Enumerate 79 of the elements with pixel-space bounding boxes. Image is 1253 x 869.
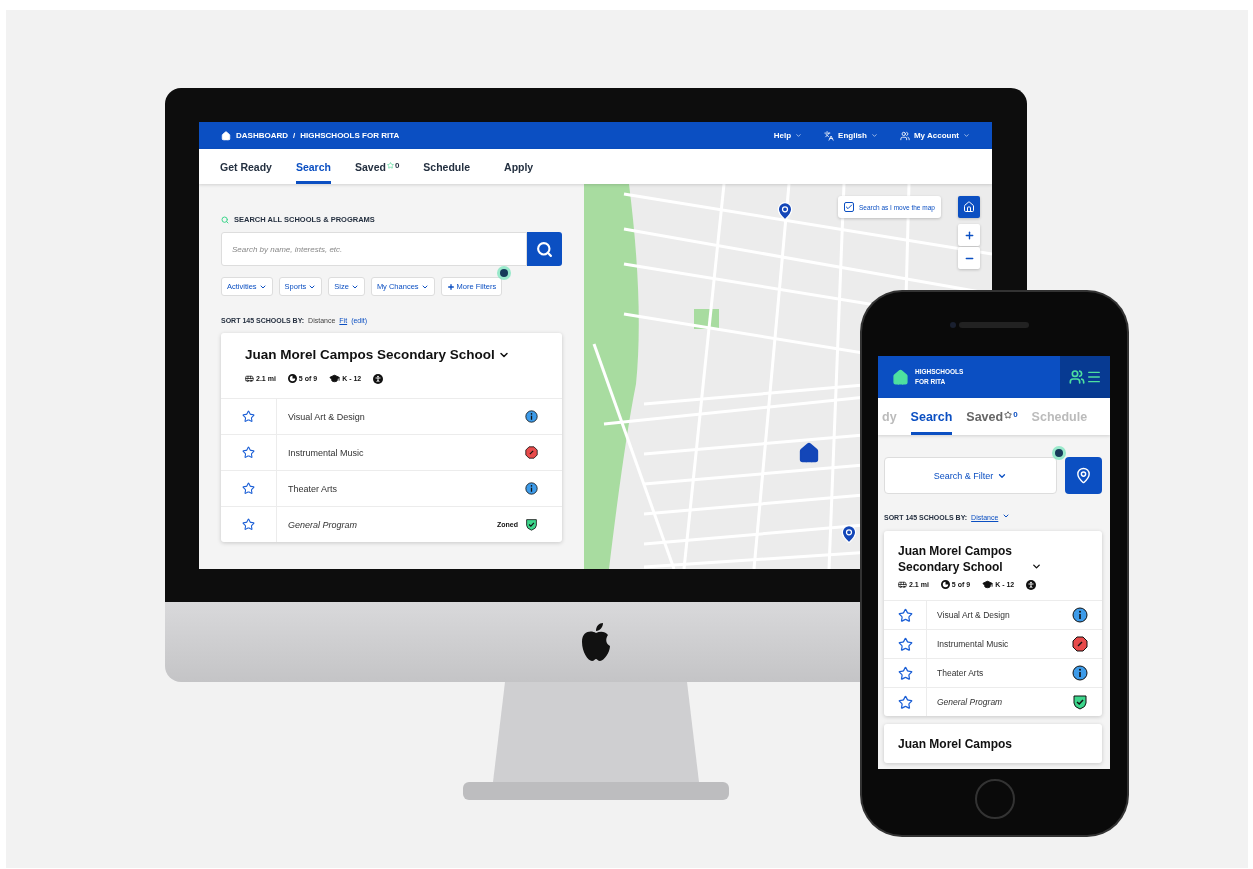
chevron-down-icon[interactable] <box>1002 512 1011 520</box>
star-icon[interactable] <box>242 518 255 532</box>
info-icon <box>525 410 538 424</box>
saved-count: 0 <box>394 161 400 170</box>
bus-icon <box>245 374 254 384</box>
star-icon[interactable] <box>897 607 913 623</box>
breadcrumb-separator: / <box>293 131 296 140</box>
program-name[interactable]: Visual Art & Design <box>288 411 525 422</box>
program-name[interactable]: General Program <box>937 697 1072 708</box>
star-icon <box>386 162 394 169</box>
info-icon <box>1072 665 1088 682</box>
shield-check-icon <box>525 518 538 532</box>
program-name[interactable]: Theater Arts <box>937 668 1072 679</box>
plus-icon <box>963 229 975 241</box>
graduation-cap-icon <box>329 373 341 385</box>
people-icon <box>1068 369 1085 385</box>
chevron-down-icon <box>795 132 803 139</box>
program-name[interactable]: Theater Arts <box>288 483 525 494</box>
stop-sign-icon <box>1072 636 1088 653</box>
translate-icon <box>824 130 835 141</box>
home-map-button[interactable] <box>958 196 980 218</box>
notification-dot <box>1055 449 1063 457</box>
chevron-down-icon <box>870 132 878 139</box>
logo-icon <box>579 622 613 662</box>
nav-tab[interactable]: Apply <box>504 149 534 184</box>
map-pin-icon[interactable] <box>839 524 859 544</box>
chevron-down-icon <box>963 132 970 139</box>
breadcrumb-link[interactable]: DASHBOARD <box>236 131 288 140</box>
menu-icon <box>1085 369 1102 385</box>
star-icon <box>1004 410 1013 419</box>
star-icon[interactable] <box>897 665 913 681</box>
star-icon[interactable] <box>242 410 255 424</box>
program-name[interactable]: Visual Art & Design <box>937 610 1072 621</box>
school-name[interactable]: Juan Morel Campos Secondary School <box>245 346 495 365</box>
top-menu-link[interactable]: My Account <box>899 130 970 141</box>
search-filter-button[interactable]: Search & Filter <box>884 457 1057 494</box>
info-icon <box>525 482 538 496</box>
nav-tab[interactable]: Search <box>910 398 953 435</box>
top-menu-link[interactable]: English <box>824 130 878 141</box>
partial-circle-icon <box>940 580 950 590</box>
star-icon[interactable] <box>897 636 913 652</box>
plus-icon <box>446 282 455 291</box>
notification-dot <box>500 269 509 277</box>
zoom-in-button[interactable] <box>958 224 980 246</box>
search-icon <box>536 240 553 258</box>
accessibility-icon <box>1026 579 1037 590</box>
nav-tab[interactable]: Schedule <box>423 149 471 184</box>
search-icon <box>221 215 229 224</box>
nav-tab[interactable]: Saved 0 <box>354 149 400 184</box>
menu-button[interactable] <box>1060 356 1110 398</box>
breadcrumb-link[interactable]: HIGHSCHOOLS FOR RITA <box>300 131 400 140</box>
program-name[interactable]: Instrumental Music <box>288 447 525 458</box>
home-icon <box>963 201 975 213</box>
star-icon[interactable] <box>242 482 255 496</box>
nav-tab[interactable]: Get Ready <box>220 149 272 184</box>
partial-circle-icon <box>287 374 297 384</box>
search-field[interactable]: Search by name, interests, etc. <box>221 232 527 266</box>
map-pin-icon <box>1075 467 1092 484</box>
shield-check-icon <box>1072 694 1088 711</box>
home-icon[interactable] <box>798 442 820 464</box>
program-name[interactable]: General Program <box>288 519 497 530</box>
accessibility-icon <box>373 373 384 384</box>
map-button[interactable] <box>1065 457 1102 494</box>
saved-count: 0 <box>1013 410 1018 419</box>
map-pin-icon[interactable] <box>775 201 795 221</box>
school-name[interactable]: Juan Morel Campos <box>898 736 1013 753</box>
star-icon[interactable] <box>897 694 913 710</box>
check-icon <box>845 203 853 211</box>
bus-icon <box>898 580 907 590</box>
people-icon <box>899 130 910 141</box>
star-icon[interactable] <box>242 446 255 460</box>
program-name[interactable]: Instrumental Music <box>937 639 1072 650</box>
graduation-cap-icon <box>982 579 994 591</box>
stop-sign-icon <box>525 446 538 460</box>
info-icon <box>1072 607 1088 624</box>
nav-tab[interactable]: Saved 0 <box>966 398 1018 435</box>
top-menu-link[interactable]: Help <box>773 131 803 140</box>
search-button[interactable] <box>527 232 562 266</box>
school-name[interactable]: Juan Morel Campos Secondary School <box>898 543 1028 576</box>
